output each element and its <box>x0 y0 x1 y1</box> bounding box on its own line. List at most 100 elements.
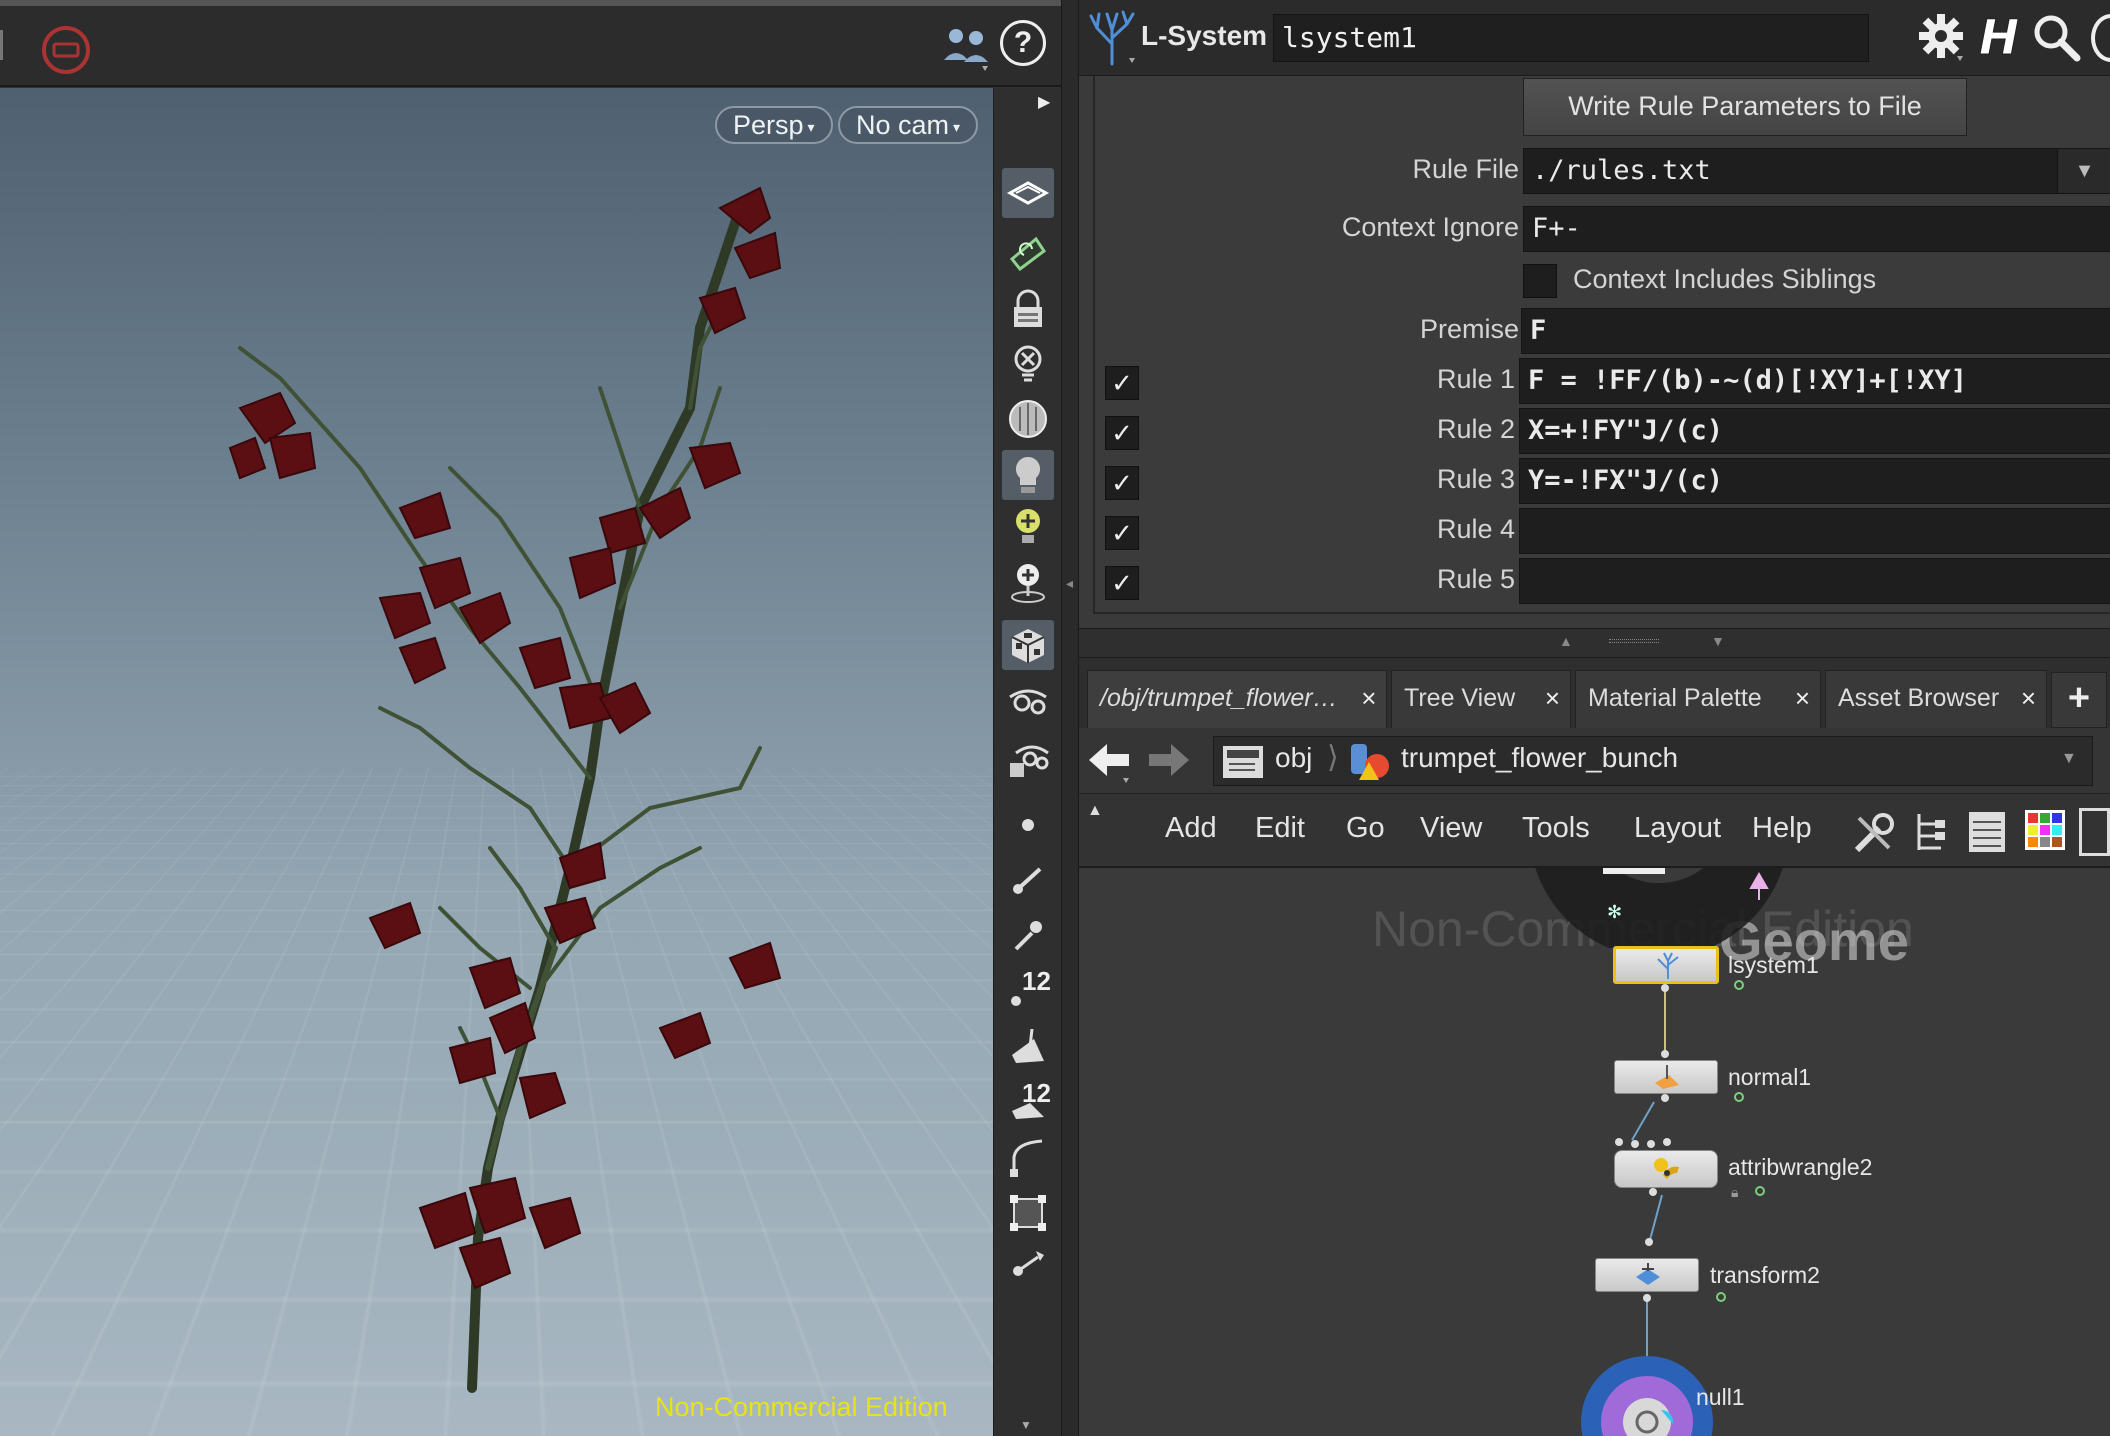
light-bulb-icon[interactable] <box>1002 450 1054 500</box>
node-attribwrangle2[interactable] <box>1614 1150 1718 1188</box>
node-lsystem1[interactable] <box>1613 946 1719 984</box>
input-port[interactable] <box>1647 1140 1655 1148</box>
node-transform2[interactable] <box>1595 1258 1699 1292</box>
rule-2-toggle[interactable]: ✓ <box>1105 416 1139 450</box>
add-light-icon[interactable] <box>1002 502 1054 552</box>
dropper-icon[interactable] <box>1002 910 1054 960</box>
input-port[interactable] <box>1615 1138 1623 1146</box>
camera-view-icon[interactable] <box>1002 736 1054 786</box>
input-port[interactable] <box>1663 1138 1671 1146</box>
close-icon[interactable]: × <box>1361 671 1376 725</box>
lock-icon[interactable]: 🔒︎ <box>1731 1184 1738 1201</box>
tab-network[interactable]: /obj/trumpet_flower… × <box>1087 670 1387 728</box>
point-icon[interactable] <box>1002 800 1054 850</box>
rule-file-field[interactable]: ./rules.txt <box>1523 148 2110 194</box>
display-options-icon[interactable] <box>1002 168 1054 218</box>
splitter-grip[interactable] <box>1609 639 1659 643</box>
viewport-3d-canvas[interactable]: Persp ▾ No cam ▾ <box>0 88 993 1436</box>
line-icon[interactable] <box>1002 854 1054 904</box>
info-icon[interactable] <box>2091 14 2110 62</box>
edge-handle[interactable] <box>0 30 8 60</box>
pane-splitter[interactable]: ▲ ▼ <box>1079 628 2110 658</box>
menu-add[interactable]: Add <box>1165 812 1217 845</box>
stop-render-icon[interactable] <box>40 24 92 76</box>
expand-down-icon[interactable]: ▼ <box>1711 633 1725 649</box>
color-palette-icon[interactable] <box>2023 808 2067 852</box>
menu-help[interactable]: Help <box>1752 812 1812 845</box>
input-port[interactable] <box>1661 1050 1669 1058</box>
forward-arrow-icon[interactable] <box>1143 738 1193 784</box>
path-root[interactable]: obj <box>1275 742 1312 774</box>
rule-4-field[interactable] <box>1519 508 2110 554</box>
ghost-icon[interactable] <box>1002 338 1054 388</box>
collapse-left-icon[interactable]: ◂ <box>1066 575 1073 592</box>
lsystem-node-icon[interactable] <box>1085 8 1139 68</box>
rule-2-field[interactable]: X=+!FY"J/(c) <box>1519 408 2110 454</box>
add-tab-button[interactable]: + <box>2051 672 2107 728</box>
number-12-icon[interactable]: 12 <box>1002 964 1054 1014</box>
add-spotlight-icon[interactable] <box>1002 558 1054 608</box>
view-icon[interactable] <box>1002 678 1054 728</box>
wrench-icon[interactable] <box>1849 808 1899 858</box>
output-port[interactable] <box>1661 1094 1669 1102</box>
rule-1-toggle[interactable]: ✓ <box>1105 366 1139 400</box>
file-chooser-dropdown[interactable]: ▼ <box>2057 148 2110 194</box>
close-icon[interactable]: × <box>2021 671 2036 725</box>
rule-5-field[interactable] <box>1519 558 2110 604</box>
tab-asset-browser[interactable]: Asset Browser × <box>1825 670 2047 728</box>
rule-1-field[interactable]: F = !FF/(b)-~(d)[!XY]+[!XY] <box>1519 358 2110 404</box>
display-flag-icon[interactable] <box>1755 1186 1765 1196</box>
output-port[interactable] <box>1643 1294 1651 1302</box>
chevron-down-icon[interactable]: ▼ <box>2061 750 2077 768</box>
checker-cube-icon[interactable] <box>1002 620 1054 670</box>
rule-3-toggle[interactable]: ✓ <box>1105 466 1139 500</box>
close-icon[interactable]: × <box>1795 671 1810 725</box>
list-view-icon[interactable] <box>1965 808 2009 856</box>
rule-5-toggle[interactable]: ✓ <box>1105 566 1139 600</box>
close-icon[interactable]: × <box>1545 671 1560 725</box>
tree-layout-icon[interactable] <box>1911 808 1951 856</box>
pane-divider[interactable]: ◂ <box>1061 0 1079 1436</box>
no-cam-button[interactable]: No cam ▾ <box>838 106 978 144</box>
node-normal1[interactable] <box>1614 1060 1718 1094</box>
input-port[interactable] <box>1645 1238 1653 1246</box>
number-12-prim-icon[interactable]: 12 <box>1002 1078 1054 1128</box>
path-node[interactable]: trumpet_flower_bunch <box>1401 742 1678 774</box>
menu-edit[interactable]: Edit <box>1255 812 1305 845</box>
help-icon[interactable]: ? <box>1000 20 1046 66</box>
prim-icon[interactable] <box>1002 1022 1054 1072</box>
collapse-arrow-icon[interactable]: ▶ <box>1038 92 1050 112</box>
write-rule-parameters-button[interactable]: Write Rule Parameters to File <box>1523 78 1967 136</box>
gear-icon[interactable] <box>1915 10 1969 64</box>
display-flag-icon[interactable] <box>1734 1092 1744 1102</box>
node-name-field[interactable]: lsystem1 <box>1273 14 1869 62</box>
shading-icon[interactable] <box>1002 394 1054 444</box>
context-ignore-field[interactable]: F+- <box>1523 206 2110 252</box>
tab-material-palette[interactable]: Material Palette × <box>1575 670 1821 728</box>
snap-icon[interactable] <box>1002 226 1054 276</box>
menu-tools[interactable]: Tools <box>1522 812 1590 845</box>
search-icon[interactable] <box>2031 12 2083 64</box>
expand-up-icon[interactable]: ▲ <box>1559 633 1573 649</box>
menu-go[interactable]: Go <box>1346 812 1385 845</box>
curve-icon[interactable] <box>1002 1132 1054 1182</box>
houdini-help-icon[interactable]: H <box>1975 10 2023 66</box>
rule-4-toggle[interactable]: ✓ <box>1105 516 1139 550</box>
grid-view-icon[interactable] <box>2079 808 2110 856</box>
display-flag-icon[interactable] <box>1734 980 1744 990</box>
lock-camera-icon[interactable] <box>1002 284 1054 334</box>
output-port[interactable] <box>1649 1188 1657 1196</box>
persp-camera-button[interactable]: Persp ▾ <box>715 106 833 144</box>
menu-layout[interactable]: Layout <box>1634 812 1721 845</box>
menu-view[interactable]: View <box>1420 812 1482 845</box>
network-editor-canvas[interactable]: Non-Commercial Edition Geome ✻ lsystem1 … <box>1079 868 2110 1436</box>
output-port[interactable] <box>1661 984 1669 992</box>
users-icon[interactable] <box>938 22 994 76</box>
back-arrow-icon[interactable] <box>1085 738 1135 784</box>
rule-3-field[interactable]: Y=-!FX"J/(c) <box>1519 458 2110 504</box>
premise-field[interactable]: F <box>1521 308 2110 354</box>
context-siblings-checkbox[interactable] <box>1523 264 1557 298</box>
display-flag-icon[interactable] <box>1716 1292 1726 1302</box>
tab-tree-view[interactable]: Tree View × <box>1391 670 1571 728</box>
brush-icon[interactable] <box>1002 1238 1054 1288</box>
